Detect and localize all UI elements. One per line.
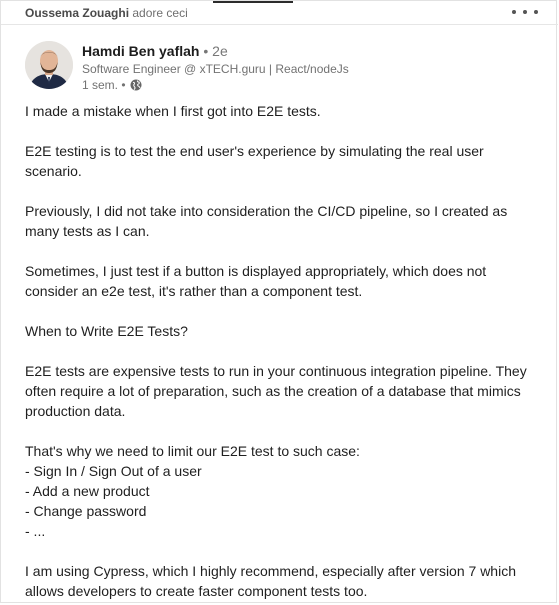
list-item: - Sign In / Sign Out of a user: [25, 463, 202, 479]
post-paragraph: E2E testing is to test the end user's ex…: [25, 143, 484, 179]
post-meta: 1 sem. •: [82, 78, 142, 92]
social-activity-header: Oussema Zouaghi adore ceci: [1, 1, 558, 25]
author-headline: Software Engineer @ xTECH.guru | React/n…: [82, 62, 349, 76]
avatar-photo-icon: [25, 41, 73, 89]
post-paragraph: I made a mistake when I first got into E…: [25, 103, 321, 119]
post-body: I made a mistake when I first got into E…: [25, 101, 535, 605]
more-dot: [523, 10, 527, 14]
more-dot: [534, 10, 538, 14]
activity-actor-link[interactable]: Oussema Zouaghi: [25, 6, 129, 20]
author-name-line: Hamdi Ben yaflah • 2e: [82, 43, 228, 59]
activity-text: Oussema Zouaghi adore ceci: [25, 6, 188, 20]
post-paragraph: Previously, I did not take into consider…: [25, 203, 508, 239]
activity-action: adore ceci: [132, 6, 188, 20]
connection-degree: • 2e: [203, 43, 228, 59]
list-intro: That's why we need to limit our E2E test…: [25, 443, 360, 459]
post-timestamp: 1 sem. •: [82, 78, 126, 92]
author-name-link[interactable]: Hamdi Ben yaflah: [82, 43, 199, 59]
author-avatar[interactable]: [25, 41, 73, 89]
globe-icon: [130, 79, 142, 91]
list-item: - Change password: [25, 503, 147, 519]
post-list: - Sign In / Sign Out of a user - Add a n…: [25, 461, 535, 541]
more-options-icon[interactable]: [512, 4, 538, 20]
more-dot: [512, 10, 516, 14]
feed-post-card: Oussema Zouaghi adore ceci Hamdi Ben yaf…: [0, 0, 558, 605]
post-paragraph: E2E tests are expensive tests to run in …: [25, 363, 527, 419]
list-item: - Add a new product: [25, 483, 150, 499]
post-paragraph: I am using Cypress, which I highly recom…: [25, 563, 516, 599]
list-item: - ...: [25, 523, 46, 539]
post-paragraph: Sometimes, I just test if a button is di…: [25, 263, 487, 299]
post-paragraph: When to Write E2E Tests?: [25, 323, 188, 339]
